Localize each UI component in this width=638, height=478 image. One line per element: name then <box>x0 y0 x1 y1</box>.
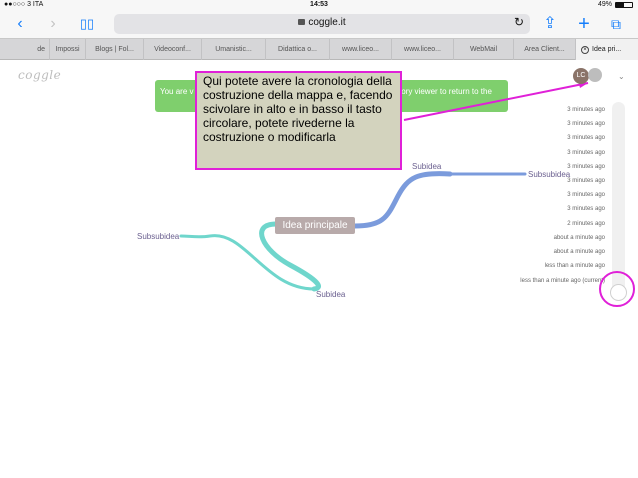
tab[interactable]: Umanistic... <box>202 39 266 60</box>
url-text: coggle.it <box>308 17 346 28</box>
bookmarks-icon[interactable]: ▯▯ <box>77 14 97 34</box>
history-entry-current[interactable]: less than a minute ago (current) <box>520 278 605 284</box>
tab[interactable]: de <box>0 39 50 60</box>
history-entry[interactable]: 3 minutes ago <box>567 206 605 212</box>
clock: 14:53 <box>310 1 328 8</box>
node-subidea-top[interactable]: Subidea <box>412 162 441 171</box>
history-entry[interactable]: 3 minutes ago <box>567 150 605 156</box>
tab[interactable]: Impossi <box>50 39 86 60</box>
tab[interactable]: WebMail <box>454 39 514 60</box>
annotation-callout: Qui potete avere la cronologia della cos… <box>195 71 402 170</box>
back-icon[interactable]: ‹ <box>10 14 30 34</box>
history-entry[interactable]: 3 minutes ago <box>567 135 605 141</box>
ipad-screen: ●●○○○ 3 ITA 14:53 49% ‹ › ▯▯ coggle.it ↻… <box>0 0 638 478</box>
history-timeline[interactable]: 3 minutes ago 3 minutes ago 3 minutes ag… <box>470 84 638 324</box>
forward-icon[interactable]: › <box>43 14 63 34</box>
branch-to-subsubidea-left <box>179 234 316 291</box>
highlight-circle <box>599 271 635 307</box>
history-entry[interactable]: about a minute ago <box>554 249 605 255</box>
branch-to-subidea-top <box>352 171 453 229</box>
avatar[interactable]: LC <box>573 68 589 84</box>
status-bar: ●●○○○ 3 ITA 14:53 49% <box>0 0 638 10</box>
battery-percent: 49% <box>597 1 612 8</box>
tab[interactable]: www.liceo... <box>392 39 454 60</box>
share-icon[interactable]: ⇪ <box>540 14 560 34</box>
history-entry[interactable]: 3 minutes ago <box>567 107 605 113</box>
close-tab-icon[interactable]: × <box>581 46 589 54</box>
tab[interactable]: Blogs | Fol... <box>86 39 144 60</box>
history-entry[interactable]: 3 minutes ago <box>567 178 605 184</box>
lock-icon <box>298 19 306 25</box>
tabs-overview-icon[interactable]: ⧉ <box>606 14 626 34</box>
tab[interactable]: www.liceo... <box>330 39 392 60</box>
history-entry[interactable]: about a minute ago <box>554 235 605 241</box>
tab-active-label: Idea pri... <box>592 46 622 53</box>
browser-toolbar: ‹ › ▯▯ coggle.it ↻ ⇪ + ⧉ <box>0 10 638 38</box>
new-tab-icon[interactable]: + <box>574 14 594 34</box>
address-bar[interactable]: coggle.it ↻ <box>114 14 530 34</box>
tab-active[interactable]: × Idea pri... <box>576 39 638 60</box>
reload-icon[interactable]: ↻ <box>514 15 524 29</box>
coggle-canvas[interactable]: coggle You are v tory viewer to return t… <box>0 60 638 478</box>
history-entry[interactable]: 3 minutes ago <box>567 121 605 127</box>
battery-icon <box>615 2 633 8</box>
node-idea-principale[interactable]: Idea principale <box>275 217 355 234</box>
tab[interactable]: Videoconf... <box>144 39 202 60</box>
node-subsubidea-left[interactable]: Subsubidea <box>137 232 179 241</box>
history-entry[interactable]: 3 minutes ago <box>567 192 605 198</box>
history-entry[interactable]: 3 minutes ago <box>567 164 605 170</box>
history-tool-icon[interactable]: ⌄ <box>618 72 626 81</box>
history-entry[interactable]: 2 minutes ago <box>567 221 605 227</box>
tab[interactable]: Didattica o... <box>266 39 330 60</box>
collaborator-avatar[interactable] <box>588 68 602 82</box>
tab-bar: de Impossi Blogs | Fol... Videoconf... U… <box>0 38 638 60</box>
node-subidea-bottom[interactable]: Subidea <box>316 290 345 299</box>
tab[interactable]: Area Client... <box>514 39 576 60</box>
history-entry[interactable]: less than a minute ago <box>545 263 605 269</box>
